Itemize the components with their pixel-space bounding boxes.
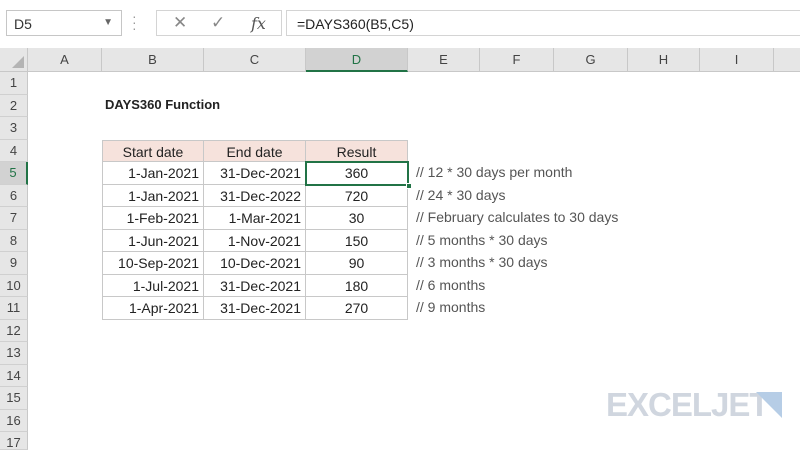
header-start-date[interactable]: Start date — [102, 139, 204, 162]
formula-input[interactable]: =DAYS360(B5,C5) — [286, 10, 800, 36]
comment-text: // 5 months * 30 days — [416, 231, 548, 248]
comment-text: // 6 months — [416, 276, 486, 293]
sheet-title: DAYS360 Function — [105, 97, 221, 112]
row-header[interactable]: 16 — [0, 409, 28, 432]
start-date-cell[interactable]: 1-Apr-2021 — [102, 297, 204, 320]
end-date-cell[interactable]: 31-Dec-2021 — [204, 274, 306, 297]
row-header[interactable]: 11 — [0, 297, 28, 320]
row-header[interactable]: 2 — [0, 94, 28, 117]
comment-text: // 24 * 30 days — [416, 186, 506, 203]
start-date-cell[interactable]: 1-Jan-2021 — [102, 162, 204, 185]
result-cell[interactable]: 150 — [306, 229, 408, 252]
row-header[interactable]: 10 — [0, 274, 28, 297]
start-date-cell[interactable]: 1-Jun-2021 — [102, 229, 204, 252]
end-date-cell[interactable]: 1-Mar-2021 — [204, 207, 306, 230]
function-icon[interactable]: fx — [251, 14, 266, 33]
result-cell[interactable]: 180 — [306, 274, 408, 297]
start-date-cell[interactable]: 1-Jul-2021 — [102, 274, 204, 297]
active-cell-selection[interactable] — [305, 161, 412, 189]
column-header-i[interactable]: I — [700, 48, 774, 72]
comment-text: // February calculates to 30 days — [416, 209, 619, 225]
column-header-g[interactable]: G — [554, 48, 628, 72]
logo-wordmark: EXCELJET — [606, 386, 770, 423]
row-header[interactable]: 4 — [0, 139, 28, 162]
column-header-a[interactable]: A — [28, 48, 102, 72]
select-all-icon[interactable] — [0, 48, 28, 72]
column-header-d[interactable]: D — [306, 48, 408, 72]
comment-text: // 3 months * 30 days — [416, 254, 548, 270]
column-header-f[interactable]: F — [480, 48, 554, 72]
cancel-icon[interactable]: ✕ — [173, 13, 187, 33]
formula-text: =DAYS360(B5,C5) — [297, 16, 414, 32]
dropdown-arrow-icon[interactable]: ▼ — [103, 17, 113, 28]
end-date-cell[interactable]: 31-Dec-2021 — [204, 162, 306, 185]
start-date-cell[interactable]: 1-Jan-2021 — [102, 184, 204, 207]
row-header[interactable]: 7 — [0, 207, 28, 230]
spreadsheet-grid: A B C D E F G H I 1 2 3 4 5 6 7 8 9 10 1… — [0, 48, 800, 450]
row-header[interactable]: 17 — [0, 432, 28, 450]
row-header[interactable]: 9 — [0, 252, 28, 275]
logo-mark-icon — [756, 392, 782, 418]
row-header[interactable]: 1 — [0, 72, 28, 95]
column-header-c[interactable]: C — [204, 48, 306, 72]
formula-buttons: ✕ ✓ fx — [156, 10, 282, 36]
row-header[interactable]: 3 — [0, 117, 28, 140]
row-header-selected[interactable]: 5 — [0, 162, 28, 185]
column-header-b[interactable]: B — [102, 48, 204, 72]
formula-bar: D5 ▼ · · · ✕ ✓ fx =DAYS360(B5,C5) — [0, 0, 800, 48]
row-header[interactable]: 14 — [0, 364, 28, 387]
end-date-cell[interactable]: 31-Dec-2021 — [204, 297, 306, 320]
row-header[interactable]: 12 — [0, 319, 28, 342]
column-header-j[interactable] — [774, 48, 800, 72]
end-date-cell[interactable]: 10-Dec-2021 — [204, 252, 306, 275]
name-box[interactable]: D5 ▼ — [6, 10, 122, 36]
end-date-cell[interactable]: 1-Nov-2021 — [204, 229, 306, 252]
row-header[interactable]: 15 — [0, 387, 28, 410]
fill-handle[interactable] — [406, 182, 412, 189]
row-header[interactable]: 13 — [0, 342, 28, 365]
comment-text: // 9 months — [416, 299, 486, 315]
header-end-date[interactable]: End date — [204, 139, 306, 162]
row-header[interactable]: 6 — [0, 184, 28, 207]
exceljet-logo: EXCELJET — [606, 386, 782, 423]
result-cell[interactable]: 90 — [306, 252, 408, 275]
start-date-cell[interactable]: 10-Sep-2021 — [102, 252, 204, 275]
column-header-h[interactable]: H — [628, 48, 700, 72]
result-cell[interactable]: 270 — [306, 297, 408, 320]
start-date-cell[interactable]: 1-Feb-2021 — [102, 207, 204, 230]
end-date-cell[interactable]: 31-Dec-2022 — [204, 184, 306, 207]
row-header[interactable]: 8 — [0, 229, 28, 252]
result-cell[interactable]: 30 — [306, 207, 408, 230]
name-box-value: D5 — [14, 16, 32, 32]
column-header-e[interactable]: E — [408, 48, 480, 72]
comment-text: // 12 * 30 days per month — [416, 164, 573, 180]
resize-handle-icon[interactable]: · · · — [132, 9, 137, 35]
header-result[interactable]: Result — [306, 139, 408, 162]
result-cell[interactable]: 720 — [306, 184, 408, 207]
enter-icon[interactable]: ✓ — [211, 13, 225, 33]
